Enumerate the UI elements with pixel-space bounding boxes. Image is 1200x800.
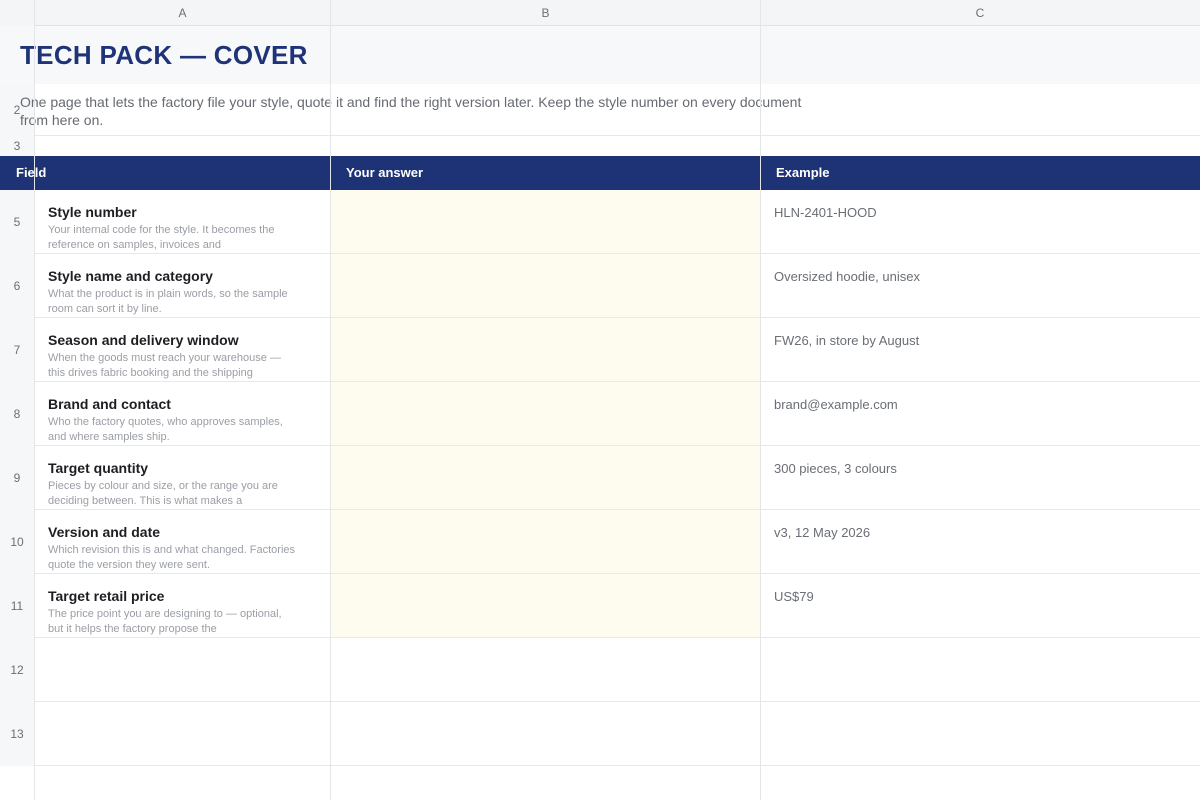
field-label: Style number (48, 204, 137, 220)
field-help-text: The price point you are designing to — o… (48, 608, 282, 635)
row-number[interactable]: 6 (0, 254, 34, 318)
answer-cell[interactable] (331, 318, 760, 381)
field-help-text: Your internal code for the style. It bec… (48, 224, 275, 251)
field-help-text: Pieces by colour and size, or the range … (48, 480, 278, 507)
answer-cell[interactable] (331, 382, 760, 445)
table-header-row: Field Your answer Example (0, 156, 1200, 190)
empty-row[interactable] (0, 702, 1200, 766)
row-number[interactable]: 9 (0, 446, 34, 510)
header-example: Example (776, 165, 830, 180)
empty-row[interactable] (0, 638, 1200, 702)
row-number[interactable]: 8 (0, 382, 34, 446)
spreadsheet: A B C TECH PACK — COVER 2 One page that … (0, 0, 1200, 800)
column-header-row: A B C (0, 0, 1200, 26)
header-your-answer: Your answer (346, 165, 424, 180)
example-value[interactable]: US$79 (774, 589, 814, 604)
column-header-b[interactable]: B (331, 0, 760, 26)
row-number[interactable]: 10 (0, 510, 34, 574)
answer-cell[interactable] (331, 510, 760, 573)
example-value[interactable]: brand@example.com (774, 397, 898, 412)
field-label: Version and date (48, 524, 161, 540)
row-number[interactable]: 3 (0, 136, 34, 156)
field-label: Style name and category (48, 268, 213, 284)
row-number[interactable]: 13 (0, 702, 34, 766)
column-header-a[interactable]: A (34, 0, 331, 26)
answer-cell[interactable] (331, 446, 760, 509)
gridline (34, 0, 35, 800)
column-header-c[interactable]: C (760, 0, 1200, 26)
row-number[interactable]: 12 (0, 638, 34, 702)
header-field: Field (16, 165, 47, 180)
example-value[interactable]: v3, 12 May 2026 (774, 525, 870, 540)
row-number[interactable]: 5 (0, 190, 34, 254)
field-help-text: Who the factory quotes, who approves sam… (48, 416, 283, 443)
answer-cell[interactable] (331, 254, 760, 317)
field-help-text: When the goods must reach your warehouse… (48, 352, 281, 379)
example-value[interactable]: 300 pieces, 3 colours (774, 461, 897, 476)
gridline (330, 0, 331, 800)
field-label: Season and delivery window (48, 332, 239, 348)
intro-text: One page that lets the factory file your… (20, 94, 802, 128)
example-value[interactable]: HLN-2401-HOOD (774, 205, 877, 220)
row-number[interactable]: 7 (0, 318, 34, 382)
example-value[interactable]: FW26, in store by August (774, 333, 919, 348)
gridline (760, 0, 761, 800)
row-number[interactable]: 11 (0, 574, 34, 638)
page-title: TECH PACK — COVER (20, 40, 308, 70)
example-value[interactable]: Oversized hoodie, unisex (774, 269, 920, 284)
answer-cell[interactable] (331, 574, 760, 637)
blank-row[interactable] (0, 136, 1200, 156)
field-help-text: What the product is in plain words, so t… (48, 288, 288, 315)
field-label: Target retail price (48, 588, 165, 604)
select-all-corner[interactable] (0, 0, 34, 26)
field-label: Brand and contact (48, 396, 171, 412)
field-label: Target quantity (48, 460, 149, 476)
answer-cell[interactable] (331, 190, 760, 253)
field-help-text: Which revision this is and what changed.… (48, 544, 296, 571)
